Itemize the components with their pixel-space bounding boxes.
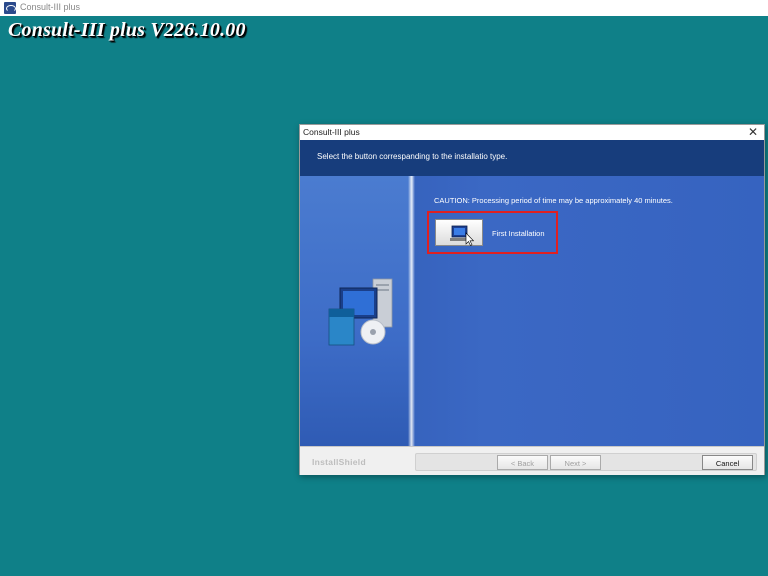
instruction-text: Select the button correspanding to the i… [317,152,508,161]
dialog-title: Consult-III plus [303,127,360,137]
installer-dialog: Consult-III plus ✕ Select the button cor… [299,124,765,475]
window-titlebar: Consult-III plus [0,0,768,16]
app-icon [4,2,16,14]
cancel-button[interactable]: Cancel [702,455,753,470]
dialog-titlebar: Consult-III plus ✕ [300,125,764,140]
caution-text: CAUTION: Processing period of time may b… [434,196,673,205]
side-glow-divider [408,176,415,446]
close-icon[interactable]: ✕ [746,125,760,140]
first-installation-button[interactable] [435,219,483,246]
back-button[interactable]: < Back [497,455,548,470]
computer-cd-graphic [328,278,393,346]
installshield-brand: InstallShield [312,457,366,467]
window-title: Consult-III plus [20,2,81,12]
dialog-footer: InstallShield < Back Next > Cancel [300,446,764,475]
first-installation-label: First Installation [492,229,545,238]
next-button[interactable]: Next > [550,455,601,470]
computer-monitor-icon [450,225,475,246]
dialog-header: Select the button correspanding to the i… [300,140,764,176]
dialog-body: CAUTION: Processing period of time may b… [300,176,764,446]
side-panel [300,176,413,446]
mouse-cursor-icon [465,232,475,246]
background-title: Consult-III plus V226.10.00 [8,19,246,41]
